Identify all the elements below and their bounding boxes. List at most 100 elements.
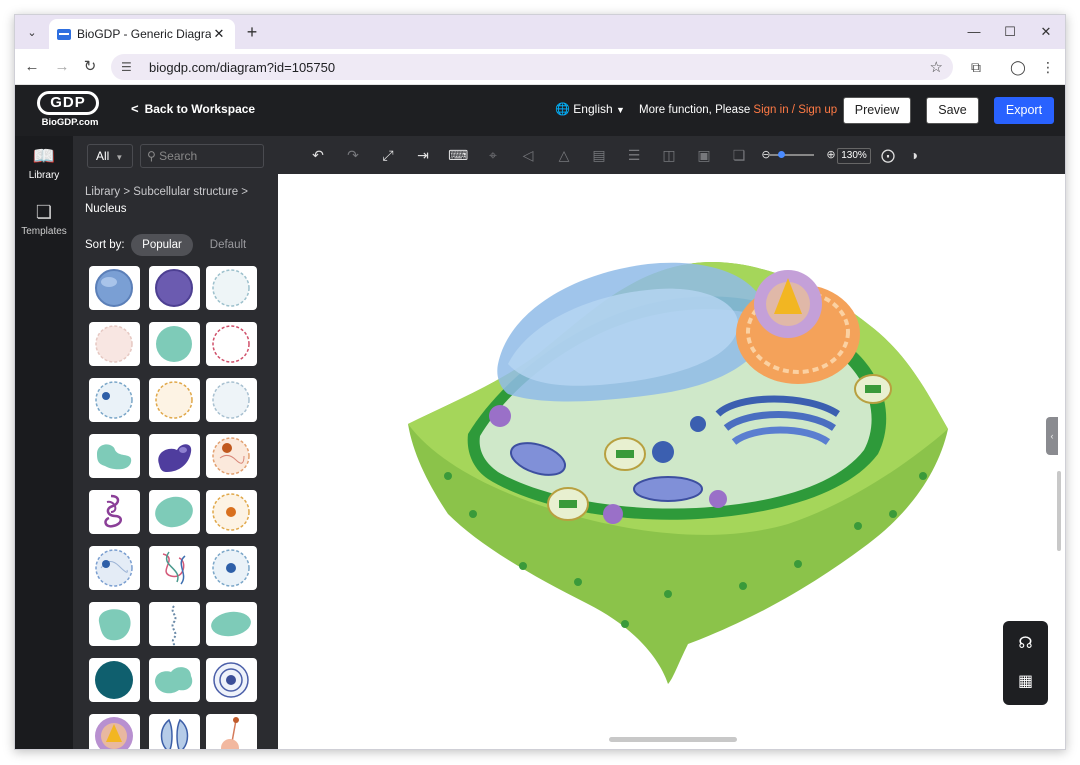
asset-tile[interactable] — [206, 602, 257, 646]
back-to-workspace-link[interactable]: < Back to Workspace — [131, 101, 255, 116]
browser-menu-icon[interactable]: ⋮ — [1037, 56, 1059, 78]
plant-cell-illustration[interactable] — [388, 214, 958, 684]
undo-icon[interactable]: ↶ — [308, 145, 328, 165]
rail-templates[interactable]: ❏ Templates — [15, 202, 73, 237]
asset-tile[interactable] — [149, 602, 200, 646]
save-button[interactable]: Save — [926, 97, 979, 124]
filter-value: All — [96, 149, 110, 163]
asset-tile[interactable] — [89, 378, 140, 422]
asset-tile[interactable] — [149, 546, 200, 590]
collapse-right-panel-handle[interactable]: ‹ — [1046, 417, 1058, 455]
reload-icon[interactable]: ↻ — [79, 56, 101, 78]
back-arrow-icon[interactable]: ← — [21, 56, 43, 78]
breadcrumb-subcellular[interactable]: Subcellular structure — [133, 186, 238, 198]
sort-default-button[interactable]: Default — [201, 234, 255, 256]
asset-tile[interactable] — [89, 714, 140, 749]
zoom-slider[interactable] — [768, 154, 814, 156]
minimize-icon[interactable]: — — [959, 21, 989, 43]
browser-tab[interactable]: BioGDP - Generic Diagrammi ✕ — [49, 19, 235, 49]
asset-tile[interactable] — [149, 322, 200, 366]
asset-tile[interactable] — [206, 378, 257, 422]
extensions-icon[interactable]: ⧉ — [965, 56, 987, 78]
asset-tile[interactable] — [206, 658, 257, 702]
diagram-canvas[interactable] — [278, 174, 1065, 749]
biogdp-logo[interactable]: GDP BioGDP.com — [37, 91, 103, 131]
tab-search-icon[interactable]: ⌄ — [21, 21, 43, 43]
ungroup-icon[interactable]: ❏ — [729, 145, 749, 165]
preview-button[interactable]: Preview — [843, 97, 911, 124]
close-window-icon[interactable]: ✕ — [1031, 21, 1061, 43]
asset-tile[interactable] — [206, 266, 257, 310]
flip-horizontal-icon[interactable]: ◁ — [518, 145, 538, 165]
asset-tile[interactable] — [89, 602, 140, 646]
apps-grid-icon[interactable]: ▦ — [1003, 671, 1048, 691]
search-input[interactable]: ⚲ Search — [140, 144, 264, 168]
fit-screen-icon[interactable]: ⤢ — [378, 145, 398, 165]
chevron-down-icon: ▼ — [616, 105, 625, 115]
forward-arrow-icon[interactable]: → — [51, 56, 73, 78]
close-tab-icon[interactable]: ✕ — [211, 26, 227, 42]
redo-icon[interactable]: ↷ — [343, 145, 363, 165]
library-panel: All ▼ ⚲ Search Library > Subcellular stru… — [73, 136, 278, 749]
asset-tile[interactable] — [149, 434, 200, 478]
headset-support-icon[interactable]: ☊ — [1003, 633, 1048, 653]
asset-tile[interactable] — [89, 490, 140, 534]
flip-vertical-icon[interactable]: △ — [554, 145, 574, 165]
left-rail: 📖 Library ❏ Templates — [15, 136, 73, 749]
category-filter-select[interactable]: All ▼ — [87, 144, 133, 168]
maximize-icon[interactable]: ☐ — [995, 21, 1025, 43]
import-icon[interactable]: ⇥ — [413, 145, 433, 165]
site-info-icon[interactable]: ☰ — [121, 60, 137, 74]
asset-tile[interactable] — [149, 658, 200, 702]
locate-icon[interactable]: ⨀ — [878, 145, 898, 165]
floating-help-panel: ☊ ▦ — [1003, 621, 1048, 705]
zoom-slider-handle[interactable] — [778, 151, 785, 158]
book-icon: 📖 — [32, 146, 56, 166]
sort-popular-button[interactable]: Popular — [131, 234, 193, 256]
export-button[interactable]: Export — [994, 97, 1054, 124]
sign-up-link[interactable]: Sign up — [798, 104, 837, 116]
vertical-scrollbar[interactable] — [1057, 471, 1061, 551]
url-input[interactable]: ☰ biogdp.com/diagram?id=105750 ☆ — [111, 54, 953, 80]
layers-icon[interactable]: ☰ — [624, 145, 644, 165]
asset-tile[interactable] — [89, 658, 140, 702]
search-icon: ⚲ — [147, 149, 156, 163]
zoom-value[interactable]: 130% — [837, 148, 871, 164]
asset-tile[interactable] — [206, 546, 257, 590]
asset-tile[interactable] — [206, 322, 257, 366]
biogdp-favicon-icon — [57, 28, 71, 40]
lock-icon[interactable]: ▤ — [589, 145, 609, 165]
asset-tile[interactable] — [89, 266, 140, 310]
breadcrumb-nucleus: Nucleus — [85, 203, 127, 215]
rail-library[interactable]: 📖 Library — [15, 146, 73, 181]
align-icon[interactable]: ◫ — [659, 145, 679, 165]
asset-tile[interactable] — [89, 434, 140, 478]
asset-tile[interactable] — [149, 714, 200, 749]
asset-tile[interactable] — [206, 434, 257, 478]
horizontal-scrollbar[interactable] — [609, 737, 737, 742]
asset-tile[interactable] — [149, 490, 200, 534]
back-label: Back to Workspace — [144, 102, 256, 116]
asset-tile[interactable] — [206, 714, 257, 749]
new-tab-icon[interactable]: + — [241, 21, 263, 43]
asset-tile[interactable] — [206, 490, 257, 534]
globe-icon: 🌐 — [555, 102, 570, 116]
bookmark-star-icon[interactable]: ☆ — [930, 58, 943, 76]
profile-icon[interactable]: ◯ — [1007, 56, 1029, 78]
search-placeholder: Search — [159, 149, 198, 163]
group-icon[interactable]: ▣ — [694, 145, 714, 165]
crop-icon[interactable]: ⌖ — [483, 145, 503, 165]
asset-tile[interactable] — [89, 546, 140, 590]
chevron-left-icon: < — [131, 101, 139, 116]
language-selector[interactable]: 🌐 English ▼ — [555, 102, 625, 116]
logo-mark: GDP — [37, 91, 99, 115]
sign-in-link[interactable]: Sign in — [753, 104, 788, 116]
contrast-icon[interactable]: ◑ — [904, 145, 924, 165]
asset-tile[interactable] — [149, 266, 200, 310]
text-tool-icon[interactable]: ⌨ — [448, 145, 468, 165]
address-bar: ← → ↻ ☰ biogdp.com/diagram?id=105750 ☆ ⧉… — [15, 49, 1065, 85]
breadcrumb-library[interactable]: Library — [85, 186, 120, 198]
asset-tile[interactable] — [149, 378, 200, 422]
asset-tile[interactable] — [89, 322, 140, 366]
library-label: Library — [28, 170, 60, 181]
